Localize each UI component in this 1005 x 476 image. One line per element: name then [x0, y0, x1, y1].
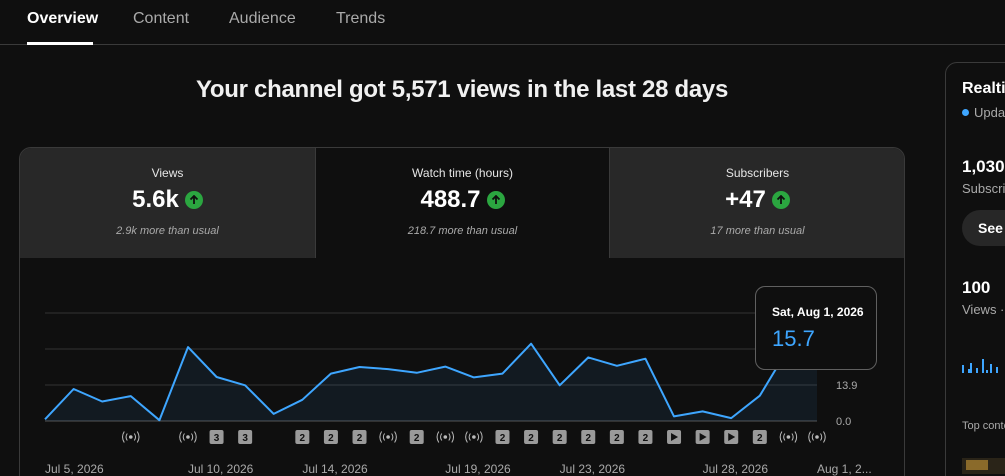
- live-stream-icon[interactable]: [808, 431, 826, 443]
- tooltip-date: Sat, Aug 1, 2026: [772, 305, 864, 319]
- upload-count-badge[interactable]: 2: [752, 430, 767, 444]
- x-tick-label: Jul 19, 2026: [445, 462, 511, 476]
- upload-count-badge[interactable]: 2: [352, 430, 367, 444]
- video-play-icon[interactable]: [667, 430, 682, 444]
- live-dot-icon: [962, 109, 969, 116]
- chart-data-point[interactable]: [271, 411, 276, 416]
- tooltip-value: 15.7: [772, 326, 815, 351]
- chart-data-point[interactable]: [557, 383, 562, 388]
- svg-text:2: 2: [614, 433, 620, 444]
- chart-data-point[interactable]: [214, 374, 219, 379]
- upload-count-badge[interactable]: 3: [209, 430, 224, 444]
- chart-data-point[interactable]: [700, 409, 705, 414]
- chart-data-point[interactable]: [328, 371, 333, 376]
- realtime-panel: Realtime Updating live 1,030 Subscribers…: [945, 62, 1005, 476]
- x-tick-label: Jul 5, 2026: [45, 462, 104, 476]
- chart-data-point[interactable]: [100, 399, 105, 404]
- chart-data-point[interactable]: [185, 345, 190, 350]
- chart-data-point[interactable]: [71, 387, 76, 392]
- chart-data-point[interactable]: [586, 355, 591, 360]
- svg-text:2: 2: [643, 433, 649, 444]
- svg-text:2: 2: [557, 433, 563, 444]
- x-tick-label: Jul 14, 2026: [302, 462, 368, 476]
- y-tick-label: 13.9: [836, 380, 857, 392]
- chart-data-point[interactable]: [529, 341, 534, 346]
- realtime-views-bar-chart: [962, 359, 998, 373]
- svg-text:2: 2: [414, 433, 420, 444]
- chart-data-point[interactable]: [614, 363, 619, 368]
- realtime-subscribers-label: Subscribers: [962, 181, 1005, 196]
- x-tick-label: Jul 10, 2026: [188, 462, 254, 476]
- live-stream-icon[interactable]: [122, 431, 140, 443]
- svg-text:3: 3: [242, 433, 248, 444]
- x-tick-label: Jul 28, 2026: [703, 462, 769, 476]
- upload-count-badge[interactable]: 2: [495, 430, 510, 444]
- chart-data-point[interactable]: [414, 370, 419, 375]
- chart-data-point[interactable]: [157, 418, 162, 423]
- realtime-title: Realtime: [962, 80, 1005, 97]
- chart-tooltip: Sat, Aug 1, 2026 15.7: [755, 286, 877, 370]
- see-live-count-button[interactable]: See live count: [962, 210, 1005, 246]
- svg-text:2: 2: [757, 433, 763, 444]
- svg-text:2: 2: [328, 433, 334, 444]
- chart-data-point[interactable]: [43, 417, 48, 422]
- video-play-icon[interactable]: [695, 430, 710, 444]
- chart-data-point[interactable]: [643, 356, 648, 361]
- realtime-subscribers-value: 1,030: [962, 157, 1005, 176]
- upload-count-badge[interactable]: 3: [238, 430, 253, 444]
- top-content-thumbnail[interactable]: [962, 458, 1005, 474]
- chart-data-point[interactable]: [443, 364, 448, 369]
- upload-count-badge[interactable]: 2: [638, 430, 653, 444]
- chart-data-point[interactable]: [386, 367, 391, 372]
- upload-count-badge[interactable]: 2: [295, 430, 310, 444]
- x-tick-label: Jul 23, 2026: [560, 462, 626, 476]
- chart-data-point[interactable]: [243, 383, 248, 388]
- chart-data-point[interactable]: [357, 365, 362, 370]
- live-stream-icon[interactable]: [379, 431, 397, 443]
- chart-data-point[interactable]: [471, 375, 476, 380]
- video-play-icon[interactable]: [724, 430, 739, 444]
- realtime-views-value: 100: [962, 278, 991, 297]
- live-stream-icon[interactable]: [779, 431, 798, 443]
- realtime-views-label: Views · Last 48 hours: [962, 302, 1005, 317]
- svg-text:2: 2: [585, 433, 591, 444]
- svg-text:2: 2: [357, 433, 363, 444]
- y-tick-label: 0.0: [836, 416, 851, 428]
- realtime-top-content-label: Top content: [962, 420, 1005, 432]
- live-stream-icon[interactable]: [179, 431, 197, 443]
- chart-data-point[interactable]: [500, 371, 505, 376]
- watch-time-line-chart: 13.9 0.0 3 3 2 2 2 2 2 2 2 2 2 2 2 Jul 5, 2026 Jul 10,…: [43, 312, 872, 476]
- realtime-status-text: Updating live: [974, 105, 1005, 120]
- svg-text:2: 2: [300, 433, 306, 444]
- chart-data-point[interactable]: [128, 394, 133, 399]
- x-tick-label: Aug 1, 2...: [817, 462, 872, 476]
- chart-data-point[interactable]: [729, 416, 734, 421]
- live-stream-icon[interactable]: [465, 431, 483, 443]
- upload-count-badge[interactable]: 2: [609, 430, 624, 444]
- upload-count-badge[interactable]: 2: [323, 430, 338, 444]
- live-stream-icon[interactable]: [436, 431, 455, 443]
- upload-count-badge[interactable]: 2: [581, 430, 596, 444]
- upload-count-badge[interactable]: 2: [524, 430, 539, 444]
- chart-data-point[interactable]: [672, 414, 677, 419]
- chart-data-point[interactable]: [757, 393, 762, 398]
- svg-text:2: 2: [528, 433, 534, 444]
- realtime-status: Updating live: [962, 105, 1005, 120]
- chart-data-point[interactable]: [300, 397, 305, 402]
- svg-text:3: 3: [214, 433, 220, 444]
- upload-count-badge[interactable]: 2: [552, 430, 567, 444]
- upload-count-badge[interactable]: 2: [409, 430, 424, 444]
- svg-text:2: 2: [500, 433, 506, 444]
